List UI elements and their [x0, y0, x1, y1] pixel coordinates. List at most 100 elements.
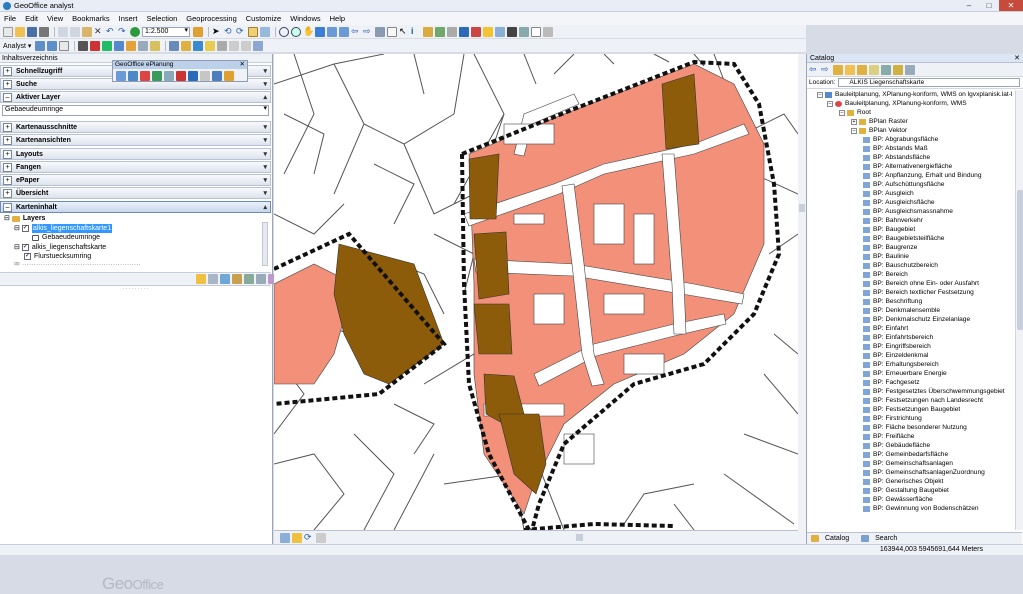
pause-drawing-icon[interactable] [316, 532, 326, 543]
bplan-layer-label[interactable]: BP: Gebäudefläche [873, 441, 930, 450]
copy-icon[interactable] [70, 26, 80, 37]
save-icon[interactable] [27, 26, 37, 37]
bplan-layer-item[interactable]: BP: Gemeinbedarfsfläche [807, 450, 1016, 459]
catalog-tree-row[interactable]: – Bauleitplanung, XPlanung-konform, WMS [807, 99, 1016, 108]
bplan-layer-label[interactable]: BP: Bereich ohne Ein- oder Ausfahrt [873, 279, 979, 288]
xy-icon[interactable] [447, 26, 457, 37]
zoom-out-icon[interactable] [291, 26, 301, 37]
map-view[interactable] [274, 54, 798, 530]
bplan-layer-label[interactable]: BP: Ausgleich [873, 189, 914, 198]
bplan-layer-item[interactable]: BP: Bahnverkehr [807, 216, 1016, 225]
bplan-layer-label[interactable]: BP: Ausgleichsmassnahme [873, 207, 953, 216]
bplan-layer-item[interactable]: BP: Firstrichtung [807, 414, 1016, 423]
map-canvas[interactable] [274, 54, 798, 530]
tree-row-layer[interactable]: ⊟ ✓ alkis_liegenschaftskarte [4, 243, 269, 253]
route-icon[interactable] [435, 26, 445, 37]
eplan-tool-5-icon[interactable] [164, 71, 174, 81]
bplan-layer-item[interactable]: BP: Fachgesetz [807, 378, 1016, 387]
bplan-layer-item[interactable]: BP: Aufschüttungsfläche [807, 180, 1016, 189]
active-layer-select[interactable]: Gebaeudeumringe [2, 105, 269, 116]
bplan-layer-item[interactable]: BP: Einfahrt [807, 324, 1016, 333]
measure-icon[interactable] [459, 26, 469, 37]
list-by-drawing-order-icon[interactable] [196, 274, 206, 284]
section-kartenansichten[interactable]: + Kartenansichten ▾ [0, 134, 271, 146]
collapse-icon[interactable]: ⊟ [14, 224, 20, 234]
menu-customize[interactable]: Customize [246, 14, 281, 23]
collapse-icon[interactable]: – [817, 91, 823, 98]
chevron-down-icon[interactable]: ▾ [263, 189, 267, 197]
spatial-adjust-icon[interactable] [253, 40, 264, 51]
toc-refresh-icon[interactable] [256, 274, 266, 284]
toolbar-options-icon[interactable] [543, 26, 553, 37]
bplan-layer-label[interactable]: BP: Ausgleichsfläche [873, 198, 935, 207]
bplan-layer-label[interactable]: BP: Baugrenze [873, 243, 917, 252]
bplan-layer-label[interactable]: BP: Erneuerbare Energie [873, 369, 947, 378]
list-by-visibility-icon[interactable] [220, 274, 230, 284]
bplan-layer-item[interactable]: BP: Generisches Objekt [807, 477, 1016, 486]
bplan-layer-label[interactable]: BP: Denkmalensemble [873, 306, 940, 315]
checkbox[interactable]: ✓ [24, 253, 31, 261]
menu-geoprocessing[interactable]: Geoprocessing [186, 14, 236, 23]
bplan-layer-item[interactable]: BP: Gestaltung Baugebiet [807, 486, 1016, 495]
bplan-layer-item[interactable]: BP: Erhaltungsbereich [807, 360, 1016, 369]
bplan-layer-item[interactable]: BP: Abstands Maß [807, 144, 1016, 153]
bplan-layer-item[interactable]: BP: Baugebietsteilfläche [807, 234, 1016, 243]
bplan-layer-item[interactable]: BP: Alternativenergiefläche [807, 162, 1016, 171]
toc-options-icon[interactable] [244, 274, 254, 284]
bplan-layer-label[interactable]: BP: Fachgesetz [873, 378, 920, 387]
bplan-layer-item[interactable]: BP: Festsetzungen nach Landesrecht [807, 396, 1016, 405]
undo-icon[interactable]: ↶ [106, 26, 116, 37]
pencil-icon[interactable] [150, 40, 161, 51]
section-aktiver-layer[interactable]: – Aktiver Layer ▴ [0, 91, 271, 103]
menu-help[interactable]: Help [330, 14, 345, 23]
georef-icon[interactable] [241, 40, 252, 51]
tree-scrollbar[interactable] [262, 222, 268, 266]
forward-icon[interactable]: ⟳ [236, 26, 246, 37]
analyst-dropdown[interactable]: Analyst ▾ [3, 42, 31, 50]
new-item-icon[interactable] [893, 64, 903, 75]
toolbox-icon[interactable] [519, 26, 529, 37]
table-icon[interactable] [169, 40, 180, 51]
views-icon[interactable] [881, 64, 891, 75]
analyst-tool-1-icon[interactable] [35, 40, 46, 51]
bplan-layer-label[interactable]: BP: Baugebiet [873, 225, 915, 234]
clear-selection-icon[interactable] [387, 26, 397, 37]
catalog-scrollbar[interactable] [1015, 90, 1023, 530]
section-layouts[interactable]: + Layouts ▾ [0, 148, 271, 160]
bplan-layer-item[interactable]: BP: Bauschutzbereich [807, 261, 1016, 270]
tab-search[interactable]: Search [857, 535, 905, 542]
map-refresh-icon[interactable]: ⟳ [304, 532, 314, 543]
catalog-item-label[interactable]: BPlan Raster [869, 117, 908, 126]
collapse-icon[interactable]: ⊟ [14, 243, 20, 253]
bplan-layer-label[interactable]: BP: Gewässerfläche [873, 495, 933, 504]
eplan-tool-9-icon[interactable] [212, 71, 222, 81]
bplan-layer-label[interactable]: BP: Festsetzungen nach Landesrecht [873, 396, 983, 405]
splitter-handle[interactable]: · · · · · · · · · [0, 287, 271, 292]
chevron-down-icon[interactable]: ▾ [263, 67, 267, 75]
section-karteninhalt[interactable]: – Karteninhalt ▴ [0, 201, 271, 213]
bplan-layer-label[interactable]: BP: Abstands Maß [873, 144, 928, 153]
catalog-tree-row[interactable]: – Bauleitplanung, XPlanung-konform, WMS o… [807, 90, 1016, 99]
layout-view-icon[interactable] [280, 532, 290, 543]
toc-icon[interactable] [248, 26, 258, 37]
attribute-icon[interactable] [205, 40, 216, 51]
bplan-layer-label[interactable]: BP: Baulinie [873, 252, 909, 261]
list-by-selection-icon[interactable] [232, 274, 242, 284]
html-popup-icon[interactable] [483, 26, 493, 37]
marker-icon[interactable] [126, 40, 137, 51]
bplan-layer-item[interactable]: BP: Ausgleichsfläche [807, 198, 1016, 207]
bplan-layer-label[interactable]: BP: Einfahrt [873, 324, 908, 333]
sublayer-label[interactable]: Flurstuecksumring [34, 252, 91, 262]
bplan-layer-item[interactable]: BP: Freifläche [807, 432, 1016, 441]
sketch-icon[interactable] [193, 40, 204, 51]
identify-icon[interactable]: i [411, 26, 421, 37]
bplan-layer-item[interactable]: BP: Baugrenze [807, 243, 1016, 252]
minimize-button[interactable]: – [959, 0, 979, 11]
bplan-layer-item[interactable]: BP: Einfahrtsbereich [807, 333, 1016, 342]
catalog-icon[interactable] [260, 26, 270, 37]
back-icon[interactable]: ⇦ [809, 64, 819, 75]
open-folder-icon[interactable] [15, 26, 25, 37]
forward-icon[interactable]: ⇨ [821, 64, 831, 75]
catalog-item-label[interactable]: Bauleitplanung, XPlanung-konform, WMS on… [835, 90, 1012, 99]
catalog-scroll-thumb[interactable] [1017, 190, 1023, 330]
